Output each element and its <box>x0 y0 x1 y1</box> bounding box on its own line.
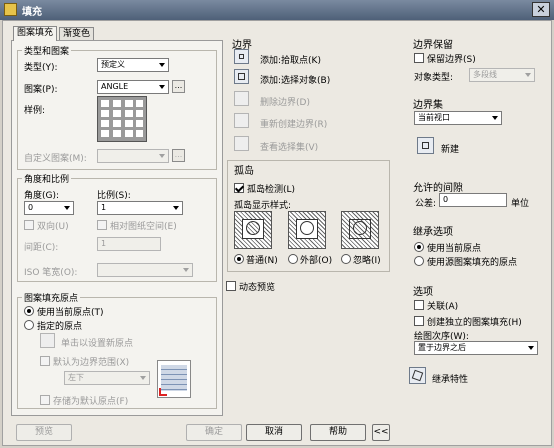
type-label: 类型(Y): <box>24 63 58 73</box>
island-detection-checkbox[interactable] <box>234 183 244 193</box>
island-ignore-preview[interactable] <box>341 211 379 249</box>
cancel-button[interactable]: 取消 <box>246 424 302 441</box>
ok-button[interactable]: 确定 <box>186 424 242 441</box>
origin-title: 图案填充原点 <box>22 291 81 304</box>
add-select-objects-button[interactable]: 添加:选择对象(B) <box>260 73 330 86</box>
tolerance-input[interactable]: 0 <box>439 193 507 207</box>
pattern-browse-button[interactable]: ... <box>172 80 185 93</box>
double-label: 双向(U) <box>37 222 69 232</box>
double-checkbox[interactable] <box>24 220 34 230</box>
title-bar: 填充 ✕ <box>0 0 554 20</box>
boundary-set-title: 边界集 <box>413 100 443 111</box>
relative-paper-checkbox[interactable] <box>97 220 107 230</box>
island-style-label: 孤岛显示样式: <box>234 201 292 211</box>
pattern-swatch[interactable] <box>97 96 147 142</box>
associative-label: 关联(A) <box>427 302 459 312</box>
island-normal-preview[interactable] <box>234 211 272 249</box>
specified-origin-label: 指定的原点 <box>37 322 83 332</box>
island-normal-radio[interactable] <box>234 254 244 264</box>
island-detection-label: 孤岛检测(L) <box>247 185 296 195</box>
island-normal-label: 普通(N) <box>246 256 278 266</box>
recreate-boundary-icon[interactable] <box>234 113 249 128</box>
help-button[interactable]: 帮助 <box>310 424 366 441</box>
swatch-label: 样例: <box>24 106 46 116</box>
options-title: 选项 <box>413 287 433 298</box>
iso-pen-select[interactable] <box>97 263 193 277</box>
inherit-source-origin-label: 使用源图案填充的原点 <box>427 258 518 268</box>
dynamic-preview-label: 动态预览 <box>239 283 276 293</box>
custom-pattern-label: 自定义图案(M): <box>24 154 87 164</box>
use-current-origin-label: 使用当前原点(T) <box>37 308 104 318</box>
use-current-origin-radio[interactable] <box>24 306 34 316</box>
spacing-input[interactable]: 1 <box>97 237 161 251</box>
select-objects-icon[interactable] <box>234 69 249 84</box>
view-selections-button[interactable]: 查看选择集(V) <box>260 140 318 153</box>
island-outer-radio[interactable] <box>288 254 298 264</box>
default-extents-label: 默认为边界范围(X) <box>53 358 130 368</box>
pattern-select[interactable]: ANGLE <box>97 80 169 94</box>
gap-title: 允许的间隙 <box>413 183 463 194</box>
type-select[interactable]: 预定义 <box>97 58 169 72</box>
object-type-label: 对象类型: <box>414 73 454 83</box>
origin-preview-icon <box>157 360 191 398</box>
separate-hatches-label: 创建独立的图案填充(H) <box>427 318 522 328</box>
tab-hatch[interactable]: 图案填充 <box>13 26 58 41</box>
islands-title: 孤岛 <box>234 166 254 177</box>
tolerance-unit-label: 单位 <box>511 199 530 209</box>
add-pick-points-button[interactable]: 添加:拾取点(K) <box>260 53 321 66</box>
retain-title: 边界保留 <box>413 40 453 51</box>
inherit-source-origin-radio[interactable] <box>414 256 424 266</box>
inherit-current-origin-label: 使用当前原点 <box>427 244 482 254</box>
angle-label: 角度(G): <box>24 191 60 201</box>
new-boundary-set-icon[interactable] <box>417 137 434 154</box>
store-default-label: 存储为默认原点(F) <box>53 397 129 407</box>
scale-label: 比例(S): <box>97 191 131 201</box>
retain-boundaries-label: 保留边界(S) <box>427 55 476 65</box>
draw-order-select[interactable]: 置于边界之后 <box>414 341 538 355</box>
window-title: 填充 <box>22 7 42 18</box>
island-ignore-radio[interactable] <box>341 254 351 264</box>
store-default-checkbox[interactable] <box>40 395 50 405</box>
remove-boundaries-button[interactable]: 删除边界(D) <box>260 95 310 108</box>
default-extents-checkbox[interactable] <box>40 356 50 366</box>
preview-button[interactable]: 预览 <box>16 424 72 441</box>
object-type-select[interactable]: 多段线 <box>469 68 535 82</box>
origin-position-select[interactable]: 左下 <box>64 371 150 385</box>
view-selections-icon[interactable] <box>234 136 249 151</box>
island-outer-label: 外部(O) <box>300 256 333 266</box>
relative-paper-label: 相对图纸空间(E) <box>110 222 177 232</box>
scale-select[interactable]: 1 <box>97 201 183 215</box>
retain-boundaries-checkbox[interactable] <box>414 53 424 63</box>
iso-pen-label: ISO 笔宽(O): <box>24 268 78 278</box>
inherit-properties-button[interactable]: 继承特性 <box>432 372 468 385</box>
type-pattern-title: 类型和图案 <box>22 44 72 57</box>
angle-scale-title: 角度和比例 <box>22 172 72 185</box>
inherit-properties-icon[interactable] <box>409 367 426 384</box>
remove-boundaries-icon[interactable] <box>234 91 249 106</box>
new-boundary-set-button[interactable]: 新建 <box>441 142 459 155</box>
set-origin-icon[interactable] <box>40 333 55 348</box>
custom-browse-button[interactable]: ... <box>172 149 185 162</box>
tolerance-label: 公差: <box>415 199 437 209</box>
close-button[interactable]: ✕ <box>532 2 550 17</box>
pick-points-icon[interactable] <box>234 49 249 64</box>
separate-hatches-checkbox[interactable] <box>414 316 424 326</box>
specified-origin-radio[interactable] <box>24 320 34 330</box>
inherit-options-title: 继承选项 <box>413 227 453 238</box>
tab-gradient[interactable]: 渐变色 <box>59 27 95 41</box>
island-outer-preview[interactable] <box>288 211 326 249</box>
hatch-app-icon <box>4 3 17 16</box>
click-set-origin-label: 单击以设置新原点 <box>61 339 134 349</box>
associative-checkbox[interactable] <box>414 300 424 310</box>
pattern-label: 图案(P): <box>24 85 58 95</box>
recreate-boundary-button[interactable]: 重新创建边界(R) <box>260 117 327 130</box>
dynamic-preview-checkbox[interactable] <box>226 281 236 291</box>
inherit-current-origin-radio[interactable] <box>414 242 424 252</box>
collapse-button[interactable]: << <box>372 424 390 441</box>
spacing-label: 间距(C): <box>24 243 59 253</box>
boundary-set-select[interactable]: 当前视口 <box>414 111 502 125</box>
custom-pattern-select[interactable] <box>97 149 169 163</box>
island-ignore-label: 忽略(I) <box>353 256 381 266</box>
angle-select[interactable]: 0 <box>24 201 74 215</box>
